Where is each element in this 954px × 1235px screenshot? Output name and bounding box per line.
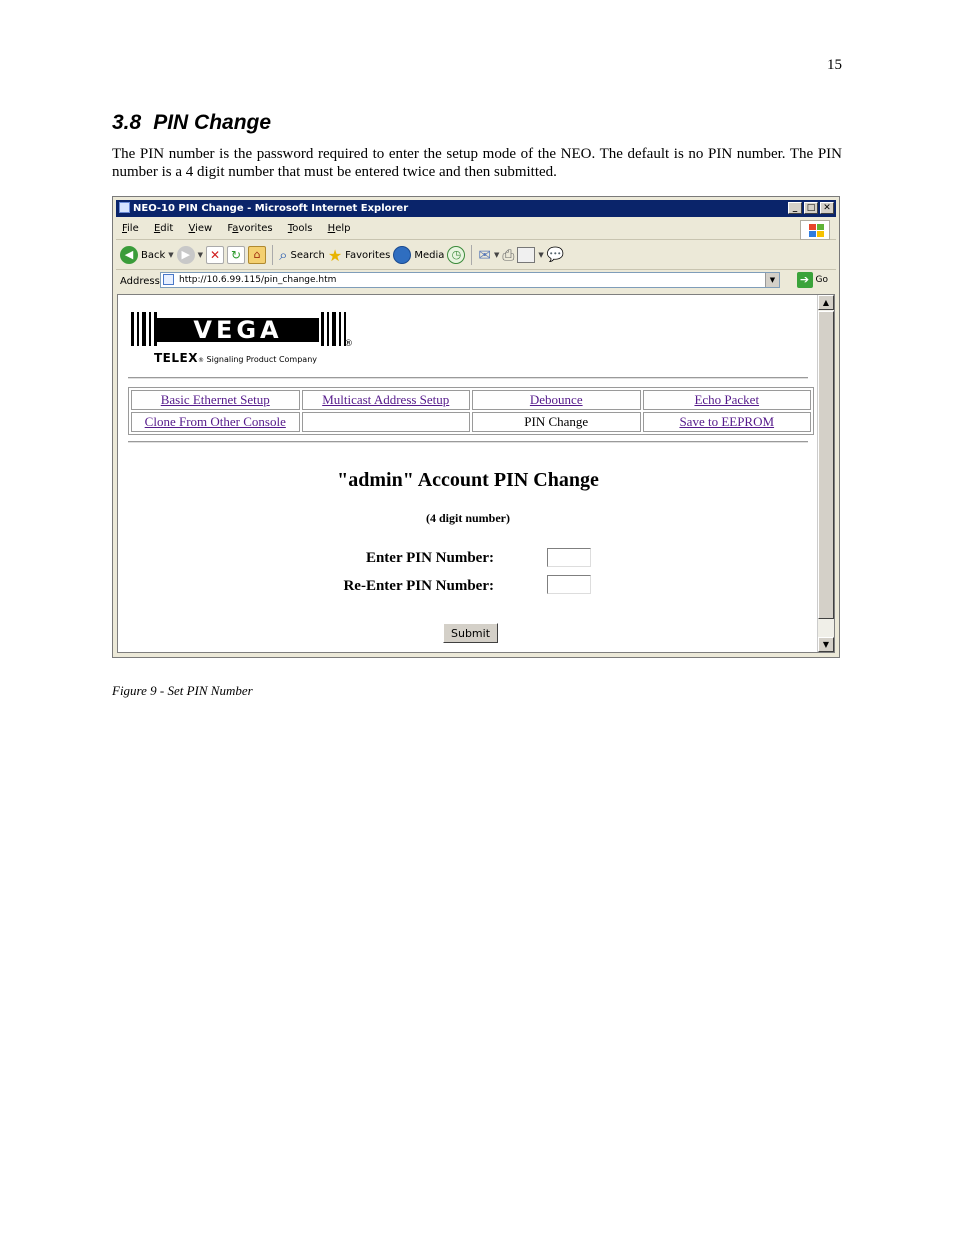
toolbar: ◀ Back ▼ ▶ ▼ ✕ ↻ ⌂ ⌕ Search ★ Favorites … bbox=[116, 241, 836, 270]
nav-table: Basic Ethernet Setup Multicast Address S… bbox=[128, 387, 814, 435]
favorites-label: Favorites bbox=[345, 249, 391, 261]
submit-button[interactable]: Submit bbox=[443, 623, 498, 643]
scroll-up-icon[interactable]: ▲ bbox=[818, 295, 834, 310]
chevron-down-icon[interactable]: ▼ bbox=[765, 273, 779, 287]
menu-favorites[interactable]: Favorites bbox=[221, 219, 278, 239]
vertical-scrollbar[interactable]: ▲ ▼ bbox=[817, 295, 834, 652]
page-number: 15 bbox=[827, 57, 842, 73]
close-button[interactable]: ✕ bbox=[820, 202, 834, 214]
mail-icon: ✉ bbox=[478, 246, 491, 264]
divider bbox=[128, 377, 808, 379]
chevron-down-icon[interactable]: ▼ bbox=[198, 251, 203, 259]
chevron-down-icon[interactable]: ▼ bbox=[538, 251, 543, 259]
logo-tagline: TELEX® Signaling Product Company bbox=[154, 351, 317, 365]
window-title: NEO-10 PIN Change - Microsoft Internet E… bbox=[133, 203, 409, 214]
page-icon bbox=[163, 274, 174, 285]
menu-help[interactable]: Help bbox=[322, 219, 357, 239]
back-button[interactable]: ◀ Back ▼ bbox=[120, 246, 174, 264]
stop-icon[interactable]: ✕ bbox=[206, 246, 225, 264]
link-clone-from-other-console[interactable]: Clone From Other Console bbox=[145, 414, 286, 429]
nav-row: Basic Ethernet Setup Multicast Address S… bbox=[131, 390, 811, 410]
back-arrow-icon: ◀ bbox=[120, 246, 138, 264]
logo-barcode bbox=[131, 312, 160, 346]
go-label: Go bbox=[815, 275, 828, 285]
media-icon bbox=[393, 246, 412, 264]
nav-current-pin-change: PIN Change bbox=[472, 412, 641, 432]
address-bar: Address http://10.6.99.115/pin_change.ht… bbox=[116, 271, 836, 291]
history-icon[interactable]: ◷ bbox=[447, 246, 466, 264]
toolbar-separator bbox=[272, 245, 274, 265]
address-input[interactable]: http://10.6.99.115/pin_change.htm ▼ bbox=[160, 272, 780, 288]
minimize-button[interactable]: _ bbox=[788, 202, 802, 214]
reenter-pin-label: Re-Enter PIN Number: bbox=[343, 578, 494, 594]
nav-cell: Echo Packet bbox=[642, 390, 811, 410]
media-button[interactable]: Media bbox=[393, 246, 444, 264]
body-paragraph: The PIN number is the password required … bbox=[112, 146, 842, 180]
link-save-to-eeprom[interactable]: Save to EEPROM bbox=[679, 414, 774, 429]
windows-logo-icon bbox=[800, 220, 830, 240]
nav-cell: Clone From Other Console bbox=[131, 412, 300, 432]
search-icon: ⌕ bbox=[279, 246, 288, 264]
nav-cell: Save to EEPROM bbox=[642, 412, 811, 432]
menu-file[interactable]: File bbox=[116, 219, 145, 239]
page-subheading: (4 digit number) bbox=[426, 511, 510, 525]
logo-word: VEGA bbox=[157, 318, 319, 342]
link-echo-packet[interactable]: Echo Packet bbox=[694, 392, 759, 407]
scroll-down-icon[interactable]: ▼ bbox=[818, 637, 834, 652]
section-title: PIN Change bbox=[153, 111, 272, 134]
page-viewport: VEGA ® TELEX® Signaling Product Company … bbox=[117, 294, 835, 653]
star-icon: ★ bbox=[327, 245, 343, 265]
search-label: Search bbox=[290, 249, 325, 261]
link-basic-ethernet-setup[interactable]: Basic Ethernet Setup bbox=[161, 392, 270, 407]
menu-view[interactable]: View bbox=[183, 219, 219, 239]
toolbar-separator bbox=[471, 245, 473, 265]
link-multicast-address-setup[interactable]: Multicast Address Setup bbox=[322, 392, 449, 407]
nav-row: Clone From Other Console PIN Change Save… bbox=[131, 412, 811, 432]
address-label: Address bbox=[120, 275, 160, 287]
forward-button[interactable]: ▶ ▼ bbox=[176, 246, 203, 264]
discuss-icon[interactable]: 💬 bbox=[547, 247, 564, 263]
enter-pin-input[interactable] bbox=[547, 548, 591, 567]
home-icon[interactable]: ⌂ bbox=[248, 246, 267, 264]
edit-button[interactable]: ▼ bbox=[517, 247, 544, 263]
title-bar[interactable]: NEO-10 PIN Change - Microsoft Internet E… bbox=[116, 200, 836, 217]
nav-cell: Multicast Address Setup bbox=[301, 390, 470, 410]
nav-cell: Basic Ethernet Setup bbox=[131, 390, 300, 410]
section-heading: 3.8 PIN Change bbox=[112, 111, 271, 135]
maximize-button[interactable]: □ bbox=[804, 202, 818, 214]
section-number: 3.8 bbox=[112, 111, 142, 134]
forward-arrow-icon: ▶ bbox=[176, 246, 195, 264]
favorites-button[interactable]: ★ Favorites bbox=[328, 246, 391, 265]
registered-mark: ® bbox=[344, 339, 353, 349]
refresh-icon[interactable]: ↻ bbox=[227, 246, 246, 264]
menu-tools[interactable]: Tools bbox=[282, 219, 319, 239]
go-button[interactable]: ➔ Go bbox=[796, 272, 828, 288]
figure-caption: Figure 9 - Set PIN Number bbox=[112, 683, 253, 698]
print-icon[interactable]: ⎙ bbox=[502, 246, 514, 264]
enter-pin-label: Enter PIN Number: bbox=[365, 550, 494, 566]
nav-cell-empty bbox=[301, 412, 470, 432]
menu-bar: File Edit View Favorites Tools Help bbox=[116, 219, 836, 240]
edit-page-icon bbox=[517, 247, 536, 263]
reenter-pin-input[interactable] bbox=[547, 575, 591, 594]
page-heading: "admin" Account PIN Change bbox=[337, 469, 599, 491]
vega-logo: VEGA ® TELEX® Signaling Product Company bbox=[131, 312, 361, 370]
scroll-thumb[interactable] bbox=[818, 311, 834, 619]
nav-cell: Debounce bbox=[472, 390, 641, 410]
ie-page-icon bbox=[119, 202, 130, 213]
menu-edit[interactable]: Edit bbox=[148, 219, 179, 239]
browser-window: NEO-10 PIN Change - Microsoft Internet E… bbox=[112, 196, 840, 658]
back-label: Back bbox=[141, 249, 166, 261]
media-label: Media bbox=[414, 249, 445, 261]
address-url: http://10.6.99.115/pin_change.htm bbox=[179, 275, 337, 285]
chevron-down-icon[interactable]: ▼ bbox=[494, 251, 499, 259]
mail-button[interactable]: ✉ ▼ bbox=[478, 246, 499, 264]
divider bbox=[128, 441, 808, 443]
link-debounce[interactable]: Debounce bbox=[530, 392, 583, 407]
chevron-down-icon[interactable]: ▼ bbox=[168, 251, 173, 259]
search-button[interactable]: ⌕ Search bbox=[279, 246, 325, 264]
go-arrow-icon: ➔ bbox=[796, 272, 813, 288]
